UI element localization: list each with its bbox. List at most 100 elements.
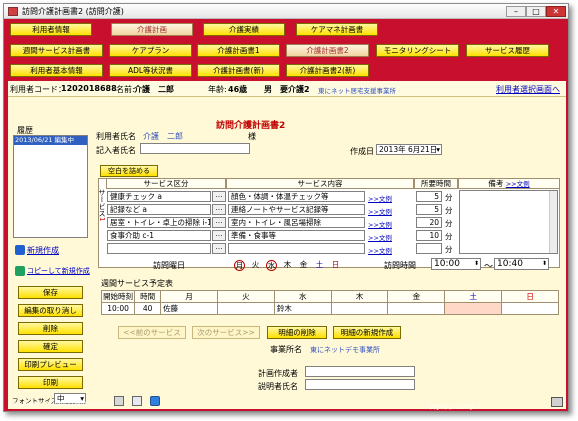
service-content-input[interactable]: 連絡ノートやサービス記録等 (228, 204, 365, 215)
kubun-lookup-button[interactable]: … (212, 204, 226, 215)
copy-link[interactable]: コピーして新規作成 (27, 266, 90, 276)
pen-icon[interactable] (132, 396, 142, 406)
service-content-input[interactable]: 準備・食事等 (228, 230, 365, 241)
delete-button[interactable]: 削除 (18, 322, 83, 335)
col-naiyo: サービス内容 (226, 178, 414, 189)
ie-icon[interactable] (150, 396, 160, 406)
kubun-lookup-button[interactable]: … (212, 217, 226, 228)
save-button[interactable]: 保存 (18, 286, 83, 299)
biko-bunrei-link[interactable]: >>文例 (506, 180, 530, 188)
day-toggle[interactable]: 金 (298, 260, 309, 271)
login-user-label: ログインユーザー: (429, 403, 484, 411)
bunrei-link[interactable]: >>文例 (368, 193, 392, 203)
remarks-scrollbar[interactable] (549, 191, 557, 253)
new-detail-button[interactable]: 明細の新規作成 (333, 326, 401, 339)
nav-plan2[interactable]: 介護計画書2 (286, 44, 369, 57)
book-icon[interactable] (114, 396, 124, 406)
minutes-input[interactable] (416, 243, 442, 254)
service-kubun-input[interactable]: 記録など a (107, 204, 211, 215)
patient-name: 介護 二郎 (134, 85, 174, 94)
printer-icon[interactable] (551, 397, 563, 407)
schedule-cell[interactable] (501, 302, 559, 315)
schedule-cell[interactable] (330, 302, 389, 315)
bunrei-link[interactable]: >>文例 (368, 245, 392, 255)
schedule-cell[interactable] (217, 302, 275, 315)
maximize-button[interactable]: □ (526, 6, 546, 17)
nav-caremanager-plan[interactable]: ケアマネ計画書 (296, 23, 378, 36)
service-kubun-input[interactable]: 居室・トイレ・卓上の掃除 i-1 (107, 217, 211, 228)
bunrei-link[interactable]: >>文例 (368, 206, 392, 216)
kubun-lookup-button[interactable]: … (212, 230, 226, 241)
confirm-button[interactable]: 確定 (18, 340, 83, 353)
history-list[interactable]: 2013/06/21 編集中 (13, 135, 88, 238)
print-preview-button[interactable]: 印刷プレビュー (18, 358, 83, 371)
code-label: 利用者コード： (10, 85, 66, 94)
nav-adl[interactable]: ADL等状況書 (109, 64, 192, 77)
next-service-button[interactable]: 次のサービス>> (192, 326, 260, 339)
cancel-edit-button[interactable]: 編集の取り消し (18, 304, 83, 317)
bunrei-link[interactable]: >>文例 (368, 232, 392, 242)
new-button[interactable]: 新規作成 (13, 243, 88, 257)
select-user-link[interactable]: 利用者選択画面へ (496, 84, 560, 95)
service-content-input[interactable]: 室内・トイレ・風呂場掃除 (228, 217, 365, 228)
close-button[interactable]: ✕ (546, 6, 566, 17)
print-button[interactable]: 印刷 (18, 376, 83, 389)
nav-plan1[interactable]: 介護計画書1 (197, 44, 280, 57)
schedule-cell[interactable]: 佐藤 (160, 302, 218, 315)
nav-care-record[interactable]: 介護実績 (203, 23, 285, 36)
history-item[interactable]: 2013/06/21 編集中 (14, 136, 87, 145)
nav-plan2-new[interactable]: 介護計画書2(新) (286, 64, 369, 77)
day-toggle[interactable]: 日 (330, 260, 341, 271)
compact-button[interactable]: 空白を詰める (100, 165, 158, 177)
user-name-value: 介護 二郎 (143, 132, 183, 141)
nav-weekly-plan[interactable]: 週間サービス計画書 (10, 44, 103, 57)
day-toggle[interactable]: 土 (314, 260, 325, 271)
bunrei-link[interactable]: >>文例 (368, 219, 392, 229)
day-toggle[interactable]: 木 (282, 260, 293, 271)
service-kubun-input[interactable]: 食事介助 c-1 (107, 230, 211, 241)
nav-careplan[interactable]: ケアプラン (109, 44, 192, 57)
day-toggle[interactable]: 月 (234, 260, 245, 271)
schedule-cell[interactable]: 40 (134, 302, 162, 315)
plan-writer-input[interactable] (305, 366, 415, 377)
title-bar: 訪問介護計画書2 (訪問介護) – □ ✕ (4, 4, 568, 19)
kubun-lookup-button[interactable]: … (212, 191, 226, 202)
nav-basic-info[interactable]: 利用者基本情報 (10, 64, 103, 77)
minutes-input[interactable]: 5 (416, 191, 442, 202)
service-kubun-input[interactable]: 健康チェック a (107, 191, 211, 202)
new-link[interactable]: 新規作成 (27, 245, 59, 256)
schedule-row[interactable]: 10:00 40 佐藤 鈴木 (100, 302, 559, 315)
schedule-cell[interactable] (387, 302, 446, 315)
time-to-input[interactable]: 10:40 ⬍ (494, 258, 549, 270)
date-picker[interactable]: 2013年 6月21日 ▾ (376, 144, 442, 155)
service-content-input[interactable]: 顔色・体調・体温チェック等 (228, 191, 365, 202)
copy-new-button[interactable]: コピーして新規作成 (13, 264, 91, 278)
nav-monitoring[interactable]: モニタリングシート (376, 44, 459, 57)
nav-service-history[interactable]: サービス履歴 (466, 44, 549, 57)
spinner-icon[interactable]: ⬍ (474, 259, 479, 269)
minutes-input[interactable]: 20 (416, 217, 442, 228)
schedule-header-cell: 日 (501, 290, 559, 303)
service-content-input[interactable] (228, 243, 365, 254)
schedule-cell[interactable] (444, 302, 503, 315)
writer-input[interactable] (140, 143, 250, 154)
minutes-input[interactable]: 5 (416, 204, 442, 215)
nav-user-info[interactable]: 利用者情報 (10, 23, 92, 36)
schedule-cell[interactable]: 鈴木 (273, 302, 332, 315)
schedule-cell[interactable]: 10:00 (100, 302, 136, 315)
remarks-textarea[interactable] (459, 190, 558, 254)
day-toggle[interactable]: 水 (266, 260, 277, 271)
minutes-input[interactable]: 10 (416, 230, 442, 241)
time-from-input[interactable]: 10:00 ⬍ (431, 258, 481, 270)
visit-time-label: 訪問時間 (384, 261, 416, 270)
spinner-icon[interactable]: ⬍ (542, 259, 547, 269)
nav-care-plan[interactable]: 介護計画 (111, 23, 193, 36)
day-toggle[interactable]: 火 (250, 260, 261, 271)
kubun-lookup-button[interactable]: … (212, 243, 226, 254)
prev-service-button[interactable]: <<前のサービス (118, 326, 186, 339)
delete-detail-button[interactable]: 明細の削除 (267, 326, 327, 339)
minimize-button[interactable]: – (506, 6, 526, 17)
service-kubun-input[interactable] (107, 243, 211, 254)
explainer-input[interactable] (305, 379, 415, 390)
nav-plan-new[interactable]: 介護計画書(新) (197, 64, 280, 77)
